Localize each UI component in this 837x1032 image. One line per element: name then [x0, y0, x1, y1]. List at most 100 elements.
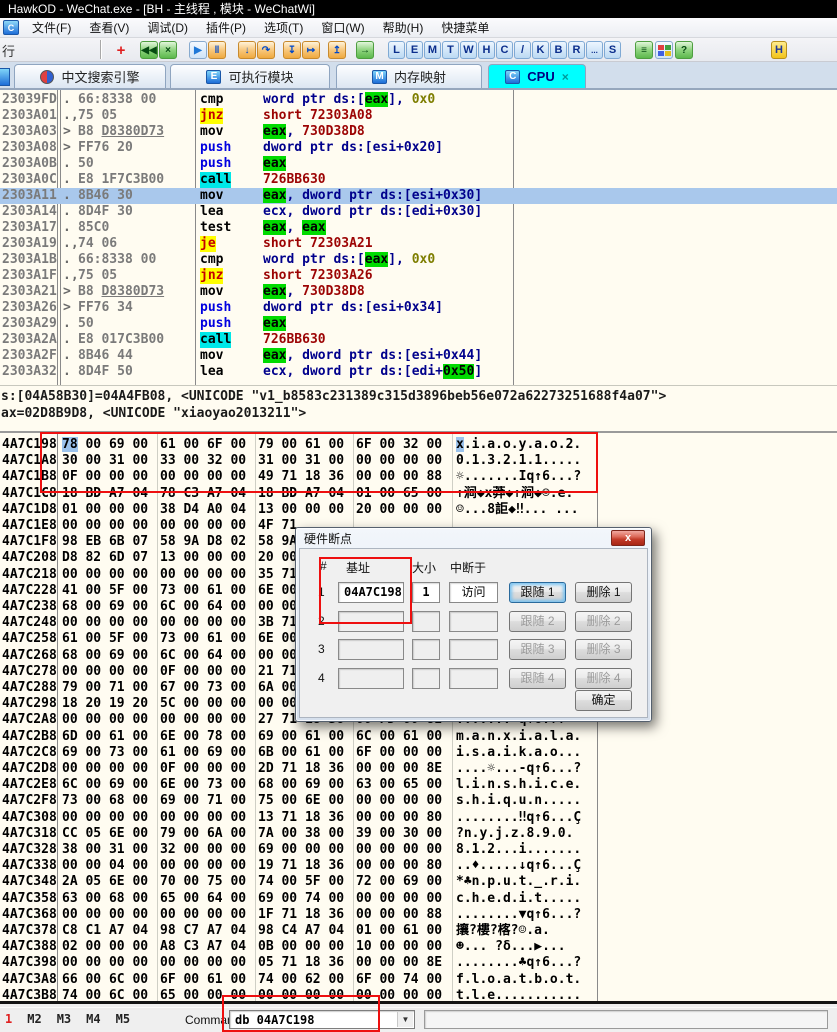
letter-button-l[interactable]: L [388, 41, 405, 59]
disasm-row[interactable]: 2303A2F. 8B46 44 mov eax, dword ptr ds:[esi… [0, 348, 837, 364]
breakpoint-break-on-field[interactable] [449, 610, 498, 632]
letter-button-s[interactable]: S [604, 41, 621, 59]
hex-row[interactable]: 4A7C348 2A 05 6E 00 70 00 75 00 74 00 5F 00… [0, 874, 837, 890]
log-list-icon[interactable]: ≡ [635, 41, 653, 59]
disasm-row[interactable]: 2303A1F., 75 05 jnz short 72303A26 [0, 268, 837, 284]
close-icon[interactable]: × [562, 70, 569, 84]
follow-button-4[interactable]: 跟随 4 [509, 667, 566, 689]
letter-button-h[interactable]: H [478, 41, 495, 59]
hex-row[interactable]: 4A7C328 38 00 31 00 32 00 00 00 69 00 00 00… [0, 842, 837, 858]
hex-row[interactable]: 4A7C3B8 74 00 6C 00 65 00 00 00 00 00 00 00… [0, 988, 837, 1001]
disasm-row[interactable]: 2303A32. 8D4F 50 lea ecx, dword ptr ds:[edi… [0, 364, 837, 380]
menu-item-7[interactable]: 快捷菜单 [432, 19, 498, 36]
disasm-row[interactable]: 23039FD. 66:8338 00 cmp word ptr ds:[eax], … [0, 92, 837, 108]
chevron-down-icon[interactable]: ▼ [397, 1012, 413, 1027]
crosshair-icon[interactable]: + [112, 41, 130, 59]
hex-row[interactable]: 4A7C2F8 73 00 68 00 69 00 71 00 75 00 6E 00… [0, 793, 837, 809]
close-process-icon[interactable]: × [159, 41, 177, 59]
follow-button-2[interactable]: 跟随 2 [509, 610, 566, 632]
breakpoint-base-field[interactable] [338, 667, 404, 689]
hex-row[interactable]: 4A7C2D8 00 00 00 00 0F 00 00 00 2D 71 18 36… [0, 761, 837, 777]
tab-2[interactable]: M 内存映射 [336, 64, 482, 88]
disasm-row[interactable]: 2303A0B. 50 push eax [0, 156, 837, 172]
hex-row[interactable]: 4A7C1C8 18 BD A7 04 78 C3 A7 04 18 BD A7 04… [0, 486, 837, 502]
memory-tab-m3[interactable]: M3 [57, 1012, 71, 1026]
memory-tab-m5[interactable]: M5 [116, 1012, 130, 1026]
disasm-row[interactable]: 2303A17. 85C0 test eax, eax [0, 220, 837, 236]
memory-tab-m2[interactable]: M2 [27, 1012, 41, 1026]
command-secondary-field[interactable] [424, 1010, 828, 1029]
disasm-row[interactable]: 2303A01., 75 05 jnz short 72303A08 [0, 108, 837, 124]
disasm-row[interactable]: 2303A0C. E8 1F7C3B00 call 726BB630 [0, 172, 837, 188]
execute-till-return-icon[interactable]: ↥ [328, 41, 346, 59]
disasm-row[interactable]: 2303A26 > FF76 34 push dword ptr ds:[esi+0x3… [0, 300, 837, 316]
letter-button-m[interactable]: M [424, 41, 441, 59]
hex-row[interactable]: 4A7C3A8 66 00 6C 00 6F 00 61 00 74 00 62 00… [0, 972, 837, 988]
disassembly-pane[interactable]: 23039FD. 66:8338 00 cmp word ptr ds:[eax], … [0, 90, 837, 385]
breakpoint-base-field[interactable]: 04A7C198 [338, 582, 404, 603]
menu-item-1[interactable]: 查看(V) [80, 19, 138, 36]
step-over-icon[interactable]: ↷ [257, 41, 275, 59]
disasm-row[interactable]: 2303A11. 8B46 30 mov eax, dword ptr ds:[esi… [0, 188, 837, 204]
hex-row[interactable]: 4A7C2C8 69 00 73 00 61 00 69 00 6B 00 61 00… [0, 745, 837, 761]
breakpoint-base-field[interactable] [338, 610, 404, 632]
breakpoint-size-field[interactable]: 1 [412, 582, 440, 603]
follow-button-1[interactable]: 跟随 1 [509, 582, 566, 603]
go-to-icon[interactable]: → [356, 41, 374, 59]
letter-button-/[interactable]: / [514, 41, 531, 59]
hex-row[interactable]: 4A7C318 CC 05 6E 00 79 00 6A 00 7A 00 38 00… [0, 826, 837, 842]
breakpoint-break-on-field[interactable] [449, 639, 498, 660]
disasm-row[interactable]: 2303A03 > B8 D8380D73 mov eax, 730D38D8 [0, 124, 837, 140]
disasm-row[interactable]: 2303A08 > FF76 20 push dword ptr ds:[esi+0x2… [0, 140, 837, 156]
disasm-row[interactable]: 2303A29. 50 push eax [0, 316, 837, 332]
help-icon[interactable]: ? [675, 41, 693, 59]
command-combobox[interactable]: db 04A7C198 ▼ [229, 1010, 415, 1029]
hex-row[interactable]: 4A7C338 00 00 04 00 00 00 00 00 19 71 18 36… [0, 858, 837, 874]
letter-button-k[interactable]: K [532, 41, 549, 59]
letter-button-c[interactable]: C [496, 41, 513, 59]
breakpoint-size-field[interactable] [412, 667, 440, 689]
delete-button-1[interactable]: 删除 1 [575, 582, 632, 603]
command-input[interactable]: db 04A7C198 [235, 1012, 314, 1028]
trace-over-icon[interactable]: ↦ [302, 41, 320, 59]
disasm-row[interactable]: 2303A2A. E8 017C3B00 call 726BB630 [0, 332, 837, 348]
hex-row[interactable]: 4A7C2B8 6D 00 61 00 6E 00 78 00 69 00 61 00… [0, 729, 837, 745]
dialog-close-icon[interactable]: x [611, 530, 645, 546]
disasm-row[interactable]: 2303A19., 74 06 je short 72303A21 [0, 236, 837, 252]
letter-button-b[interactable]: B [550, 41, 567, 59]
trace-into-icon[interactable]: ↧ [283, 41, 301, 59]
letter-button-e[interactable]: E [406, 41, 423, 59]
step-into-icon[interactable]: ↓ [238, 41, 256, 59]
menu-item-4[interactable]: 选项(T) [255, 19, 312, 36]
ok-button[interactable]: 确定 [575, 690, 632, 711]
breakpoint-size-field[interactable] [412, 639, 440, 660]
menu-item-6[interactable]: 帮助(H) [374, 19, 433, 36]
hex-row[interactable]: 4A7C398 00 00 00 00 00 00 00 00 05 71 18 36… [0, 955, 837, 971]
letter-button-t[interactable]: T [442, 41, 459, 59]
letter-button-w[interactable]: W [460, 41, 477, 59]
hex-row[interactable]: 4A7C388 02 00 00 00 A8 C3 A7 04 0B 00 00 00… [0, 939, 837, 955]
breakpoint-break-on-field[interactable]: 访问 [449, 582, 498, 603]
breakpoint-break-on-field[interactable] [449, 667, 498, 689]
letter-button-dots[interactable]: ... [586, 41, 603, 59]
delete-button-3[interactable]: 删除 3 [575, 639, 632, 660]
breakpoint-size-field[interactable] [412, 610, 440, 632]
follow-button-3[interactable]: 跟随 3 [509, 639, 566, 660]
menu-item-5[interactable]: 窗口(W) [312, 19, 373, 36]
tab-0[interactable]: 中文搜索引擎 [14, 64, 166, 88]
hex-row[interactable]: 4A7C198 78 00 69 00 61 00 6F 00 79 00 61 00… [0, 437, 837, 453]
hex-row[interactable]: 4A7C1B8 0F 00 00 00 00 00 00 00 49 71 18 36… [0, 469, 837, 485]
delete-button-2[interactable]: 删除 2 [575, 610, 632, 632]
hex-row[interactable]: 4A7C1A8 30 00 31 00 33 00 32 00 31 00 31 00… [0, 453, 837, 469]
hex-row[interactable]: 4A7C368 00 00 00 00 00 00 00 00 1F 71 18 36… [0, 907, 837, 923]
letter-button-r[interactable]: R [568, 41, 585, 59]
run-icon[interactable]: ▶ [189, 41, 207, 59]
restart-icon[interactable]: ◀◀ [140, 41, 158, 59]
menu-item-0[interactable]: 文件(F) [23, 19, 80, 36]
memory-tab-1[interactable]: 1 [5, 1012, 12, 1026]
windows-grid-icon[interactable] [655, 41, 673, 59]
pause-icon[interactable]: ‖ [208, 41, 226, 59]
hex-row[interactable]: 4A7C358 63 00 68 00 65 00 64 00 69 00 74 00… [0, 891, 837, 907]
menu-item-3[interactable]: 插件(P) [197, 19, 255, 36]
tab-1[interactable]: E 可执行模块 [170, 64, 330, 88]
